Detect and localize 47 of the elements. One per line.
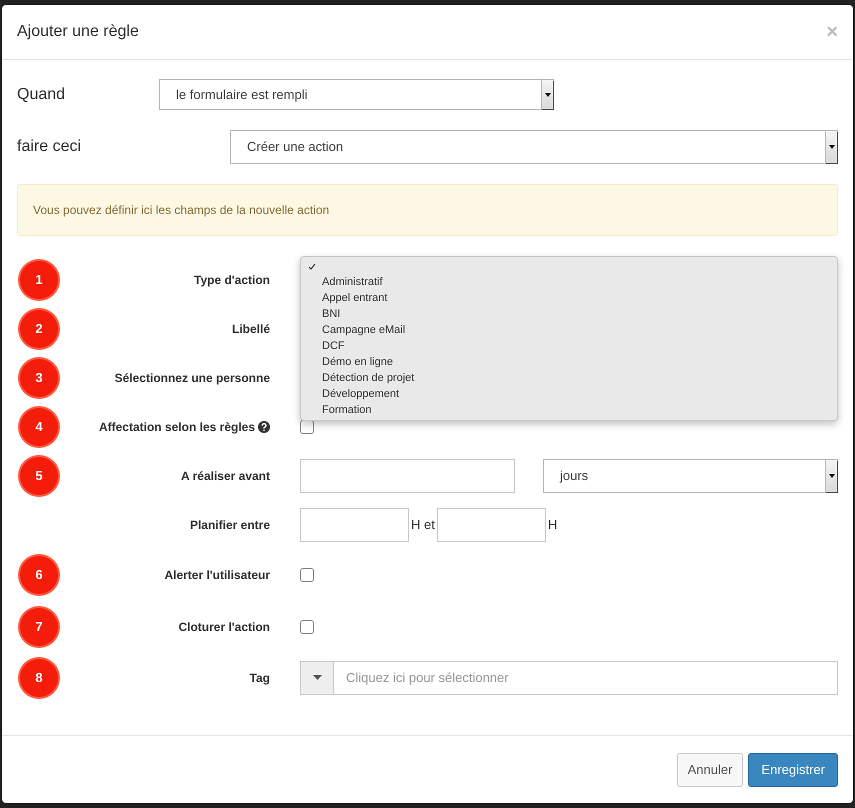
step-number: 3 xyxy=(20,358,58,396)
caret-icon xyxy=(312,675,322,680)
step-number: 1 xyxy=(20,260,58,298)
dropdown-option[interactable]: Appel entrant xyxy=(301,290,837,306)
field-label: Affectation selon les règles xyxy=(98,418,255,436)
dropdown-option[interactable]: BNI xyxy=(301,306,837,322)
dialog-title: Ajouter une règle xyxy=(17,22,139,42)
end-hour-input[interactable] xyxy=(436,508,546,542)
hour-suffix: H xyxy=(546,516,558,534)
step-number: 5 xyxy=(20,456,58,494)
action-select[interactable]: Créer une action xyxy=(230,130,838,164)
deadline-input[interactable] xyxy=(300,458,515,492)
dropdown-option[interactable]: Développement xyxy=(301,386,837,402)
step-number: 2 xyxy=(20,310,58,348)
start-hour-input[interactable] xyxy=(300,508,409,542)
hour-separator: H et xyxy=(410,516,436,534)
field-label: Sélectionnez une personne xyxy=(114,370,270,386)
field-label: Planifier entre xyxy=(190,516,270,534)
dropdown-option[interactable]: Campagne eMail xyxy=(301,322,837,338)
caret-icon xyxy=(541,80,553,109)
field-label: Cloturer l'action xyxy=(178,619,270,636)
unit-select[interactable]: jours xyxy=(543,458,838,492)
info-alert: Vous pouvez définir ici les champs de la nouvelle action xyxy=(17,184,838,236)
field-label: Type d'action xyxy=(194,272,270,288)
cancel-button[interactable]: Annuler xyxy=(676,752,744,786)
field-label: Alerter l'utilisateur xyxy=(164,567,270,584)
checkbox[interactable] xyxy=(300,620,314,634)
dropdown-option[interactable]: Administratif xyxy=(301,274,837,290)
field-label: Tag xyxy=(250,670,270,686)
caret-icon xyxy=(825,460,837,492)
dropdown-option[interactable]: Formation xyxy=(301,402,837,418)
action-label: faire ceci xyxy=(17,137,82,157)
save-button[interactable]: Enregistrer xyxy=(748,752,838,786)
dropdown-option[interactable]: Démo en ligne xyxy=(301,354,837,370)
dropdown-option[interactable]: Détection de projet xyxy=(301,370,837,386)
field-label: A réaliser avant xyxy=(181,468,270,484)
caret-icon xyxy=(825,131,837,163)
dropdown-option[interactable]: DCF xyxy=(301,338,837,354)
action-type-dropdown[interactable]: Administratif Appel entrant BNI Campagne eMail DCF Démo en ligne Détection de projet Développement Formation xyxy=(300,256,838,421)
checkbox[interactable] xyxy=(300,568,314,582)
field-label: Libellé xyxy=(232,320,270,338)
step-number: 7 xyxy=(20,608,58,646)
step-number: 4 xyxy=(20,408,58,446)
step-number: 6 xyxy=(20,556,58,594)
step-number: 8 xyxy=(20,658,58,696)
trigger-select[interactable]: le formulaire est rempli xyxy=(159,79,554,110)
when-label: Quand xyxy=(17,84,66,104)
